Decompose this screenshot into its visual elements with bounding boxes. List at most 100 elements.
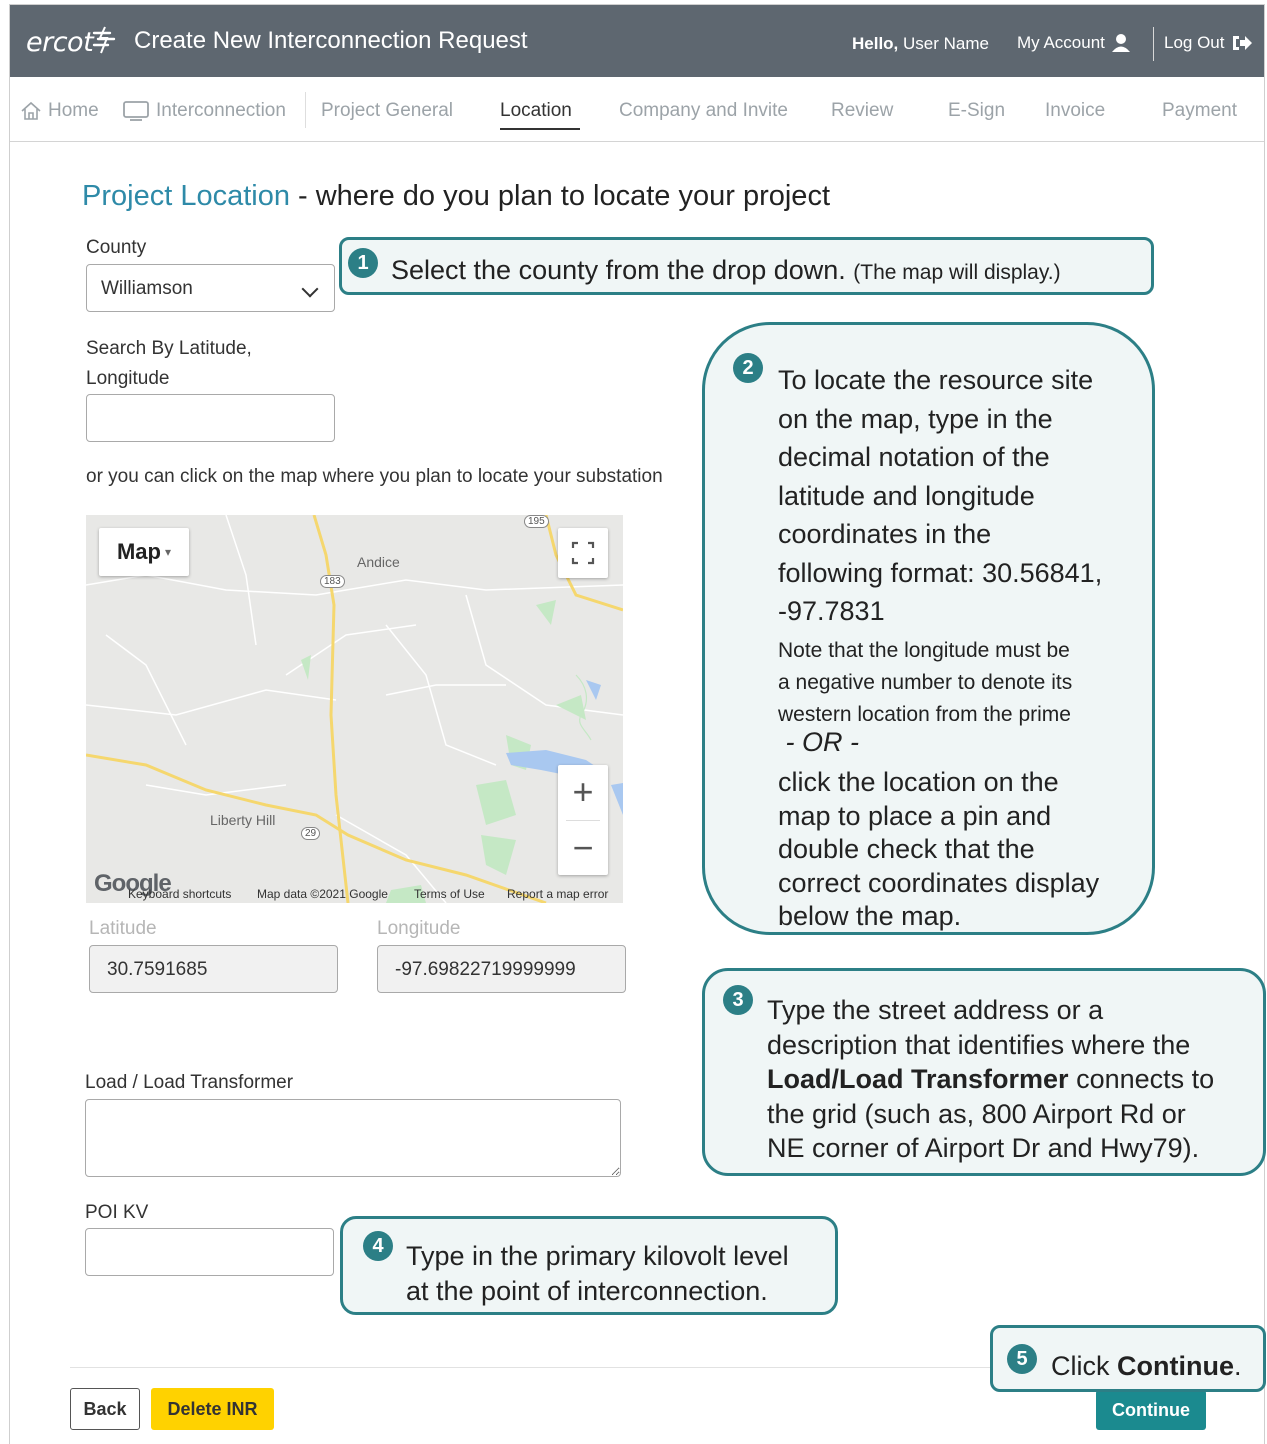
callout-2-or: - OR - <box>778 727 860 757</box>
tab-payment[interactable]: Payment <box>1162 100 1237 122</box>
map-hint-text: or you can click on the map where you pl… <box>86 466 663 487</box>
callout-2-line: on the map, type in the <box>778 403 1053 434</box>
tab-project-general[interactable]: Project General <box>321 100 453 122</box>
zoom-in-button[interactable]: + <box>558 765 608 819</box>
log-out-label: Log Out <box>1164 33 1225 52</box>
page-title-rest: - where do you plan to locate your proje… <box>289 180 830 212</box>
highway-shield-183: 183 <box>320 575 345 588</box>
county-selected-value: Williamson <box>101 278 193 299</box>
longitude-value: -97.69822719999999 <box>395 959 576 980</box>
step-navigation: Home Interconnection Project General Loc… <box>10 78 1264 142</box>
tab-invoice[interactable]: Invoice <box>1045 100 1105 122</box>
user-name: User Name <box>903 34 989 53</box>
continue-button[interactable]: Continue <box>1096 1390 1206 1430</box>
home-icon <box>21 101 41 120</box>
callout-3-line: description that identifies where the <box>767 1029 1191 1060</box>
county-select[interactable]: Williamson <box>86 264 335 312</box>
poi-kv-label: POI KV <box>85 1202 149 1223</box>
nav-interconnection[interactable]: Interconnection <box>122 100 286 122</box>
callout-2-line: coordinates in the <box>778 519 992 549</box>
map-type-label: Map <box>116 539 161 564</box>
step-number-badge: 5 <box>1007 1344 1037 1374</box>
callout-2-line: following format: 30.56841, <box>778 557 1103 588</box>
nav-home[interactable]: Home <box>20 100 99 122</box>
callout-1-note: (The map will display.) <box>853 261 1061 284</box>
latlong-search-label-line2: Longitude <box>86 368 170 389</box>
latitude-label: Latitude <box>89 918 157 939</box>
log-out-link[interactable]: Log Out <box>1164 33 1253 53</box>
callout-step-5: 5 Click Continue. <box>990 1325 1266 1392</box>
app-title: Create New Interconnection Request <box>134 27 528 54</box>
tab-e-sign[interactable]: E-Sign <box>948 100 1005 122</box>
greeting-prefix: Hello, <box>852 34 899 53</box>
county-label: County <box>86 237 147 258</box>
callout-5-bold: Continue <box>1117 1351 1234 1381</box>
load-transformer-input[interactable] <box>85 1099 621 1177</box>
zoom-out-button[interactable]: − <box>558 821 608 875</box>
callout-5-prefix: Click <box>1051 1351 1117 1381</box>
tab-location[interactable]: Location <box>500 100 572 122</box>
callout-1-main: Select the county from the drop down. <box>391 255 846 285</box>
callout-2-line: To locate the resource site <box>778 365 1094 395</box>
map-place-liberty-hill: Liberty Hill <box>210 812 276 828</box>
callout-1-text: Select the county from the drop down. (T… <box>391 254 1061 287</box>
longitude-field[interactable]: -97.69822719999999 <box>377 945 626 993</box>
callout-4-line: Type in the primary kilovolt level <box>406 1241 789 1271</box>
caret-down-icon: ▾ <box>164 545 172 559</box>
tab-company-and-invite[interactable]: Company and Invite <box>619 100 788 122</box>
callout-4-text: Type in the primary kilovolt level at th… <box>406 1239 789 1309</box>
zoom-control: + − <box>558 765 608 875</box>
fullscreen-icon <box>571 541 595 565</box>
user-greeting: Hello, User Name <box>852 34 989 54</box>
tab-review[interactable]: Review <box>831 100 893 122</box>
header-separator <box>1153 27 1154 61</box>
callout-2-line: -97.7831 <box>778 596 885 626</box>
my-account-link[interactable]: My Account <box>1017 33 1131 53</box>
back-button[interactable]: Back <box>70 1388 140 1430</box>
callout-3-line: Load/Load Transformer connects to <box>767 1062 1214 1097</box>
callout-3-line: Type the street address or a <box>767 995 1104 1025</box>
callout-5-suffix: . <box>1233 1351 1242 1381</box>
terms-of-use-link[interactable]: Terms of Use <box>414 887 485 901</box>
nav-interconnection-label: Interconnection <box>156 100 286 121</box>
top-header: ercot Create New Interconnection Request… <box>10 5 1264 77</box>
latitude-value: 30.7591685 <box>107 959 208 980</box>
map-place-andice: Andice <box>357 554 400 570</box>
step-number-badge: 1 <box>348 248 378 278</box>
callout-3-bold: Load/Load Transformer <box>767 1064 1069 1094</box>
highway-shield-29: 29 <box>301 827 321 840</box>
callout-3-text: Type the street address or a description… <box>767 993 1214 1166</box>
map-attribution: Keyboard shortcuts Map data ©2021 Google… <box>86 884 623 903</box>
callout-step-2: 2 To locate the resource site on the map… <box>702 322 1155 935</box>
step-number-badge: 4 <box>363 1231 393 1261</box>
callout-3-line: NE corner of Airport Dr and Hwy79). <box>767 1133 1200 1163</box>
latlong-search-input[interactable] <box>86 394 335 442</box>
callout-4-line: at the point of interconnection. <box>406 1276 768 1306</box>
highway-shield-195: 195 <box>524 515 549 528</box>
page-title-highlight: Project Location <box>82 180 290 212</box>
keyboard-shortcuts-link[interactable]: Keyboard shortcuts <box>128 887 231 901</box>
delete-inr-button[interactable]: Delete INR <box>151 1388 274 1430</box>
report-map-error-link[interactable]: Report a map error <box>507 887 608 901</box>
latitude-field[interactable]: 30.7591685 <box>89 945 338 993</box>
callout-2-click-instructions: click the location on the map to place a… <box>778 766 1099 934</box>
map-type-dropdown[interactable]: Map ▾ <box>99 528 189 576</box>
fullscreen-button[interactable] <box>558 528 608 578</box>
ercot-logo[interactable]: ercot <box>26 27 94 58</box>
longitude-label: Longitude <box>377 918 461 939</box>
callout-2-note-line: a negative number to denote its <box>778 671 1073 694</box>
callout-2-line: decimal notation of the <box>778 442 1050 472</box>
callout-step-3: 3 Type the street address or a descripti… <box>702 968 1266 1176</box>
active-tab-indicator <box>500 128 580 130</box>
page-title: Project Location - where do you plan to … <box>82 180 830 213</box>
step-number-badge: 3 <box>723 985 753 1015</box>
callout-2-click-line: map to place a pin and <box>778 800 1052 831</box>
nav-divider <box>305 92 306 128</box>
callout-2-line: latitude and longitude <box>778 480 1035 511</box>
callout-3-line: the grid (such as, 800 Airport Rd or <box>767 1098 1186 1129</box>
callout-2-click-line: below the map. <box>778 901 962 931</box>
callout-2-click-line: correct coordinates display <box>778 867 1100 898</box>
callout-step-4: 4 Type in the primary kilovolt level at … <box>340 1216 838 1315</box>
location-map[interactable]: Andice Liberty Hill 183 29 195 Map ▾ + − … <box>86 515 623 903</box>
poi-kv-input[interactable] <box>85 1228 334 1276</box>
